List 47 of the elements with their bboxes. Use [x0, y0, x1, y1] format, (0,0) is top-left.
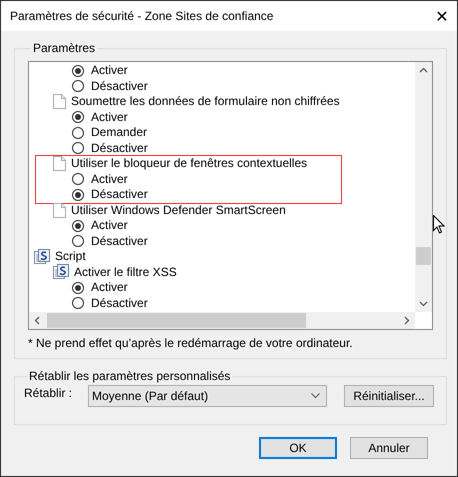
option-label[interactable]: Activer: [91, 110, 128, 125]
option-label[interactable]: Désactiver: [91, 140, 148, 156]
script-icon: [34, 248, 50, 265]
setting-label[interactable]: Activer le filtre XSS: [74, 264, 177, 280]
group-title: Rétablir les paramètres personnalisés: [28, 369, 232, 383]
document-icon: [53, 94, 66, 110]
radio-button[interactable]: [72, 173, 84, 186]
option-label[interactable]: Désactiver: [91, 234, 148, 249]
radio-button[interactable]: [72, 282, 84, 294]
close-button[interactable]: ✕: [427, 1, 457, 31]
reset-button[interactable]: Réinitialiser...: [344, 385, 434, 407]
radio-button[interactable]: [72, 111, 84, 124]
vertical-scrollbar[interactable]: [415, 62, 432, 312]
setting-label[interactable]: Utiliser Windows Defender SmartScreen: [71, 202, 286, 218]
scroll-thumb[interactable]: [47, 313, 306, 328]
radio-button[interactable]: [72, 188, 84, 201]
category-label[interactable]: Script: [55, 249, 86, 264]
option-label[interactable]: Désactiver: [91, 296, 148, 311]
script-icon: [53, 264, 69, 280]
setting-label[interactable]: Soumettre les données de formulaire non chiffrées: [71, 94, 340, 110]
option-label[interactable]: Désactiver: [91, 187, 148, 202]
document-icon: [53, 156, 66, 172]
radio-button[interactable]: [72, 142, 84, 154]
option-label[interactable]: Activer: [91, 280, 128, 296]
option-label[interactable]: Activer: [91, 172, 128, 187]
reset-label: Rétablir :: [24, 386, 74, 400]
chevron-down-icon: [311, 393, 320, 399]
scroll-thumb[interactable]: [416, 247, 431, 265]
radio-button[interactable]: [72, 80, 84, 92]
radio-button[interactable]: [72, 64, 84, 77]
option-label[interactable]: Demander: [91, 125, 148, 140]
footnote: * Ne prend effet qu’après le redémarrage de votre ordinateur.: [28, 336, 354, 350]
document-icon: [53, 202, 66, 218]
radio-button[interactable]: [72, 126, 84, 139]
window-title: Paramètres de sécurité - Zone Sites de confiance: [10, 9, 274, 23]
ok-button[interactable]: OK: [259, 437, 337, 459]
radio-button[interactable]: [72, 220, 84, 232]
level-dropdown[interactable]: Moyenne (Par défaut): [88, 385, 327, 407]
radio-button[interactable]: [72, 297, 84, 310]
setting-label[interactable]: Utiliser le bloqueur de fenêtres contextuelles: [71, 156, 308, 172]
option-label[interactable]: Activer: [91, 63, 128, 78]
group-title: Paramètres: [32, 41, 96, 55]
radio-button[interactable]: [72, 235, 84, 248]
horizontal-scrollbar[interactable]: [29, 312, 415, 329]
cancel-button[interactable]: Annuler: [350, 437, 428, 459]
option-label[interactable]: Désactiver: [91, 78, 148, 94]
option-label[interactable]: Activer: [91, 218, 128, 234]
